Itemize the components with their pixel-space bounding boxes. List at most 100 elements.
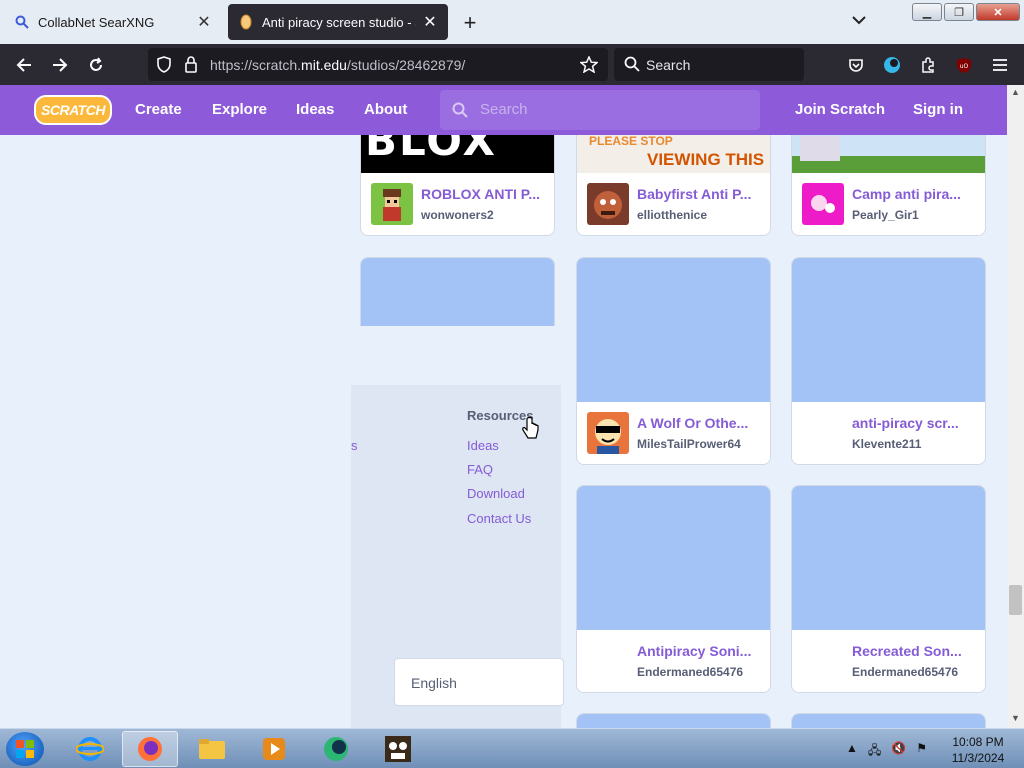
project-thumbnail[interactable] (792, 714, 985, 728)
project-card[interactable]: BLOX ROBLOX ANTI P... wonwoners2 (360, 135, 555, 236)
project-thumbnail[interactable] (792, 486, 985, 632)
project-card[interactable]: anti-piracy scr... Klevente211 (791, 257, 986, 465)
network-icon[interactable]: 🖧 (868, 741, 881, 762)
tab-anti-piracy-studio[interactable]: Anti piracy screen studio - Scratch ✕ (228, 4, 448, 40)
star-bookmark-icon[interactable] (579, 55, 599, 78)
project-card[interactable]: Recreated Son... Endermaned65476 (791, 485, 986, 693)
app-face-icon[interactable] (370, 731, 426, 767)
project-card-loading[interactable] (360, 257, 555, 326)
nav-explore[interactable]: Explore (212, 101, 267, 118)
avatar[interactable] (587, 412, 629, 454)
project-meta: Camp anti pira... Pearly_Gir1 (792, 173, 985, 235)
avatar[interactable] (587, 183, 629, 225)
project-thumbnail[interactable] (792, 135, 985, 176)
project-title[interactable]: Camp anti pira... (852, 186, 980, 202)
nav-about[interactable]: About (364, 101, 407, 118)
project-card[interactable] (791, 713, 986, 728)
pocket-icon[interactable] (843, 52, 869, 78)
avatar[interactable] (802, 183, 844, 225)
avatar[interactable] (371, 183, 413, 225)
project-card[interactable]: Antipiracy Soni... Endermaned65476 (576, 485, 771, 693)
footer-link-download[interactable]: Download (467, 486, 525, 501)
language-value: English (411, 675, 457, 691)
tab-collabnet-searxng[interactable]: CollabNet SearXNG ✕ (4, 4, 222, 40)
action-center-flag-icon[interactable]: ⚑ (916, 741, 927, 762)
internet-explorer-icon[interactable] (62, 731, 118, 767)
hamburger-menu-icon[interactable] (987, 52, 1013, 78)
project-title[interactable]: Antipiracy Soni... (637, 643, 765, 659)
chevron-down-icon[interactable] (852, 12, 866, 28)
browser-search-bar[interactable]: Search (614, 48, 804, 81)
volume-muted-icon[interactable]: 🔇 (891, 741, 906, 762)
page-scrollbar[interactable]: ▲ ▼ (1007, 85, 1024, 728)
thumb-please-stop: PLEASE STOP (589, 135, 673, 148)
forward-arrow-icon[interactable] (47, 52, 73, 78)
browser-tab-bar: CollabNet SearXNG ✕ Anti piracy screen s… (0, 0, 1024, 44)
restore-icon[interactable]: ❐ (944, 3, 974, 21)
search-icon (14, 14, 30, 30)
project-thumbnail[interactable] (577, 714, 770, 728)
nav-ideas[interactable]: Ideas (296, 101, 334, 118)
lock-icon[interactable] (184, 56, 198, 78)
project-author[interactable]: elliotthenice (637, 208, 707, 222)
project-thumbnail[interactable] (577, 486, 770, 632)
extensions-icon[interactable] (915, 52, 941, 78)
url-bar[interactable]: https://scratch.mit.edu/studios/28462879… (148, 48, 608, 81)
project-card[interactable]: PLEASE STOP VIEWING THIS Babyfirst Anti … (576, 135, 771, 236)
project-author[interactable]: Endermaned65476 (852, 665, 958, 679)
project-card[interactable]: A Wolf Or Othe... MilesTailPrower64 (576, 257, 771, 465)
project-author[interactable]: MilesTailPrower64 (637, 437, 741, 451)
firefox-taskbar-icon[interactable] (122, 731, 178, 767)
url-path: /studios/28462879/ (346, 57, 466, 73)
project-title[interactable]: Recreated Son... (852, 643, 980, 659)
windows-start-icon[interactable] (6, 732, 44, 766)
project-thumbnail[interactable] (577, 258, 770, 404)
close-tab-icon[interactable]: ✕ (422, 12, 438, 32)
project-thumbnail[interactable]: PLEASE STOP VIEWING THIS (577, 135, 770, 176)
footer-link-fragment[interactable]: s (351, 438, 358, 453)
new-tab-icon[interactable]: + (458, 10, 482, 36)
shield-icon[interactable] (156, 56, 172, 78)
close-window-icon[interactable]: ✕ (976, 3, 1020, 21)
project-title[interactable]: anti-piracy scr... (852, 415, 980, 431)
scrollbar-thumb[interactable] (1009, 585, 1022, 615)
project-author[interactable]: Endermaned65476 (637, 665, 743, 679)
join-scratch-link[interactable]: Join Scratch (795, 101, 885, 118)
firefox-account-icon[interactable] (879, 52, 905, 78)
media-player-icon[interactable] (246, 731, 302, 767)
footer-link-faq[interactable]: FAQ (467, 462, 493, 477)
close-tab-icon[interactable]: ✕ (196, 12, 212, 32)
back-arrow-icon[interactable] (11, 52, 37, 78)
project-author[interactable]: Klevente211 (852, 437, 921, 451)
app-green-icon[interactable] (308, 731, 364, 767)
ublock-origin-icon[interactable]: uO (951, 52, 977, 78)
project-author[interactable]: wonwoners2 (421, 208, 494, 222)
reload-icon[interactable] (83, 52, 109, 78)
project-card[interactable]: Camp anti pira... Pearly_Gir1 (791, 135, 986, 236)
clock-time: 10:08 PM (952, 735, 1004, 749)
url-text[interactable]: https://scratch.mit.edu/studios/28462879… (210, 57, 465, 73)
project-title[interactable]: A Wolf Or Othe... (637, 415, 765, 431)
project-title[interactable]: Babyfirst Anti P... (637, 186, 765, 202)
scratch-search-input[interactable]: Search (440, 90, 760, 130)
studio-content: BLOX ROBLOX ANTI P... wonwoners2 PLEASE … (0, 135, 1007, 728)
scroll-up-icon[interactable]: ▲ (1007, 87, 1024, 97)
project-title[interactable]: ROBLOX ANTI P... (421, 186, 549, 202)
project-thumbnail[interactable]: BLOX (361, 135, 554, 176)
minimize-icon[interactable]: ▁ (912, 3, 942, 21)
footer-link-ideas[interactable]: Ideas (467, 438, 499, 453)
project-thumbnail[interactable] (361, 258, 554, 326)
tab-title: Anti piracy screen studio - Scratch (262, 14, 416, 30)
scroll-down-icon[interactable]: ▼ (1007, 713, 1024, 723)
sign-in-link[interactable]: Sign in (913, 101, 963, 118)
nav-create[interactable]: Create (135, 101, 182, 118)
language-select[interactable]: English (394, 658, 564, 706)
project-card[interactable] (576, 713, 771, 728)
show-hidden-icons-icon[interactable]: ▲ (846, 741, 858, 762)
taskbar-clock[interactable]: 10:08 PM 11/3/2024 (940, 734, 1016, 766)
project-thumbnail[interactable] (792, 258, 985, 404)
scratch-logo[interactable]: SCRATCH (34, 95, 112, 125)
project-author[interactable]: Pearly_Gir1 (852, 208, 919, 222)
file-explorer-icon[interactable] (184, 731, 240, 767)
footer-link-contact-us[interactable]: Contact Us (467, 511, 531, 526)
